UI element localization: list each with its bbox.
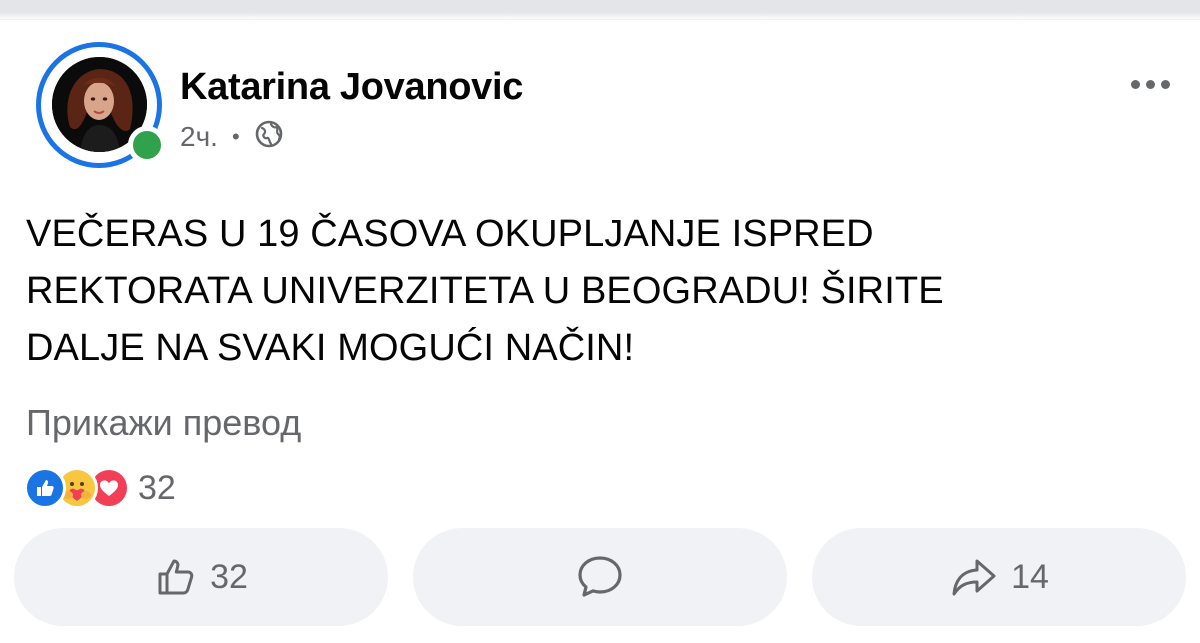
comment-button[interactable] — [413, 528, 787, 626]
reaction-count: 32 — [138, 468, 176, 507]
online-status-dot — [128, 126, 166, 164]
globe-icon — [254, 119, 284, 156]
like-count: 32 — [210, 557, 248, 596]
share-arrow-icon — [949, 555, 999, 599]
share-count: 14 — [1011, 557, 1049, 596]
dot-icon — [1130, 79, 1140, 89]
comment-bubble-icon — [574, 553, 626, 601]
post-text: VEČERAS U 19 ČASOVA OKUPLJANJE ISPRED RE… — [26, 206, 1146, 377]
facebook-post: Katarina Jovanovic 2ч. • VEČERAS U 19 ČA… — [0, 0, 1200, 643]
like-reaction-icon — [24, 467, 66, 509]
feed-divider — [0, 0, 1200, 20]
post-time[interactable]: 2ч. — [180, 121, 218, 153]
post-text-line: REKTORATA UNIVERZITETA U BEOGRADU! ŠIRIT… — [26, 270, 944, 312]
post-meta: 2ч. • — [180, 120, 284, 154]
dot-icon — [1145, 79, 1155, 89]
author-name[interactable]: Katarina Jovanovic — [180, 66, 523, 109]
thumbs-up-icon — [154, 555, 198, 599]
dot-icon — [1160, 79, 1170, 89]
like-button[interactable]: 32 — [14, 528, 388, 626]
post-text-line: VEČERAS U 19 ČASOVA OKUPLJANJE ISPRED — [26, 213, 874, 255]
post-text-line: DALJE NA SVAKI MOGUĆI NAČIN! — [26, 327, 635, 369]
see-translation-link[interactable]: Прикажи превод — [26, 402, 301, 444]
share-button[interactable]: 14 — [812, 528, 1186, 626]
reactions-summary[interactable]: 32 — [24, 466, 176, 510]
more-options-button[interactable] — [1120, 64, 1180, 104]
meta-separator: • — [231, 124, 240, 149]
